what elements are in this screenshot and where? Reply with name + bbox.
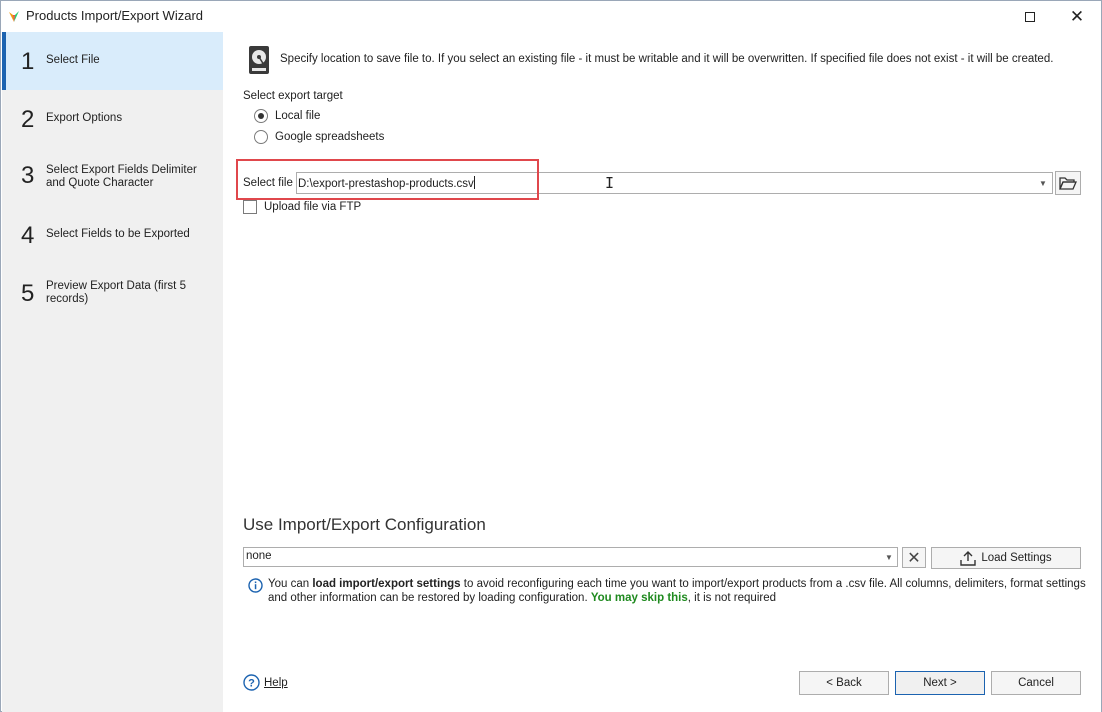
cancel-button[interactable]: Cancel: [991, 671, 1081, 695]
step-number: 2: [21, 106, 35, 133]
step-label: Select File: [46, 54, 100, 66]
step-number: 4: [21, 222, 35, 249]
config-select[interactable]: none: [243, 547, 898, 567]
next-button[interactable]: Next >: [895, 671, 985, 695]
config-dropdown-arrow-icon[interactable]: ▼: [885, 553, 893, 562]
step-delimiter-quote[interactable]: 3 Select Export Fields Delimiter and Quo…: [2, 148, 223, 206]
wizard-window: Products Import/Export Wizard ✕ 1 Select…: [0, 0, 1102, 712]
text-caret: [473, 176, 475, 189]
back-button[interactable]: < Back: [799, 671, 889, 695]
config-section-title: Use Import/Export Configuration: [243, 515, 486, 534]
local-file-label: Local file: [275, 110, 321, 122]
radio-button[interactable]: [254, 109, 268, 123]
step-label: Select Fields to be Exported: [46, 228, 190, 240]
main-panel: Specify location to save file to. If you…: [223, 32, 1101, 712]
step-number: 1: [21, 48, 35, 75]
radio-button[interactable]: [254, 130, 268, 144]
hard-drive-icon: [249, 46, 269, 74]
help-link[interactable]: ? Help: [243, 674, 288, 691]
google-spreadsheets-radio[interactable]: Google spreadsheets: [254, 130, 384, 144]
export-target-label: Select export target: [243, 90, 343, 102]
step-number: 3: [21, 162, 35, 189]
step-select-fields[interactable]: 4 Select Fields to be Exported: [2, 206, 223, 264]
step-export-options[interactable]: 2 Export Options: [2, 90, 223, 148]
select-file-label: Select file: [243, 177, 293, 189]
svg-text:?: ?: [248, 678, 255, 690]
file-path-text: D:\export-prestashop-products.csv: [298, 178, 474, 190]
open-folder-icon: [1059, 177, 1077, 190]
info-icon: [248, 578, 263, 593]
ibeam-cursor-icon: I: [605, 174, 615, 192]
file-path-value: D:\export-prestashop-products.csv: [298, 176, 475, 190]
maximize-button[interactable]: [1007, 1, 1053, 32]
help-icon: ?: [243, 674, 260, 691]
close-icon: ✕: [1069, 7, 1085, 26]
upload-ftp-checkbox-row[interactable]: Upload file via FTP: [243, 200, 361, 214]
local-file-radio[interactable]: Local file: [254, 109, 320, 123]
window-title: Products Import/Export Wizard: [26, 8, 203, 23]
load-settings-note: You can load import/export settings to a…: [268, 578, 1098, 605]
maximize-icon: [1025, 11, 1035, 22]
load-settings-button[interactable]: Load Settings: [931, 547, 1081, 569]
clear-icon: ✕: [907, 549, 921, 567]
back-label: < Back: [826, 677, 862, 689]
config-value: none: [246, 550, 272, 562]
load-settings-label: Load Settings: [981, 552, 1052, 564]
step-select-file[interactable]: 1 Select File: [2, 32, 223, 90]
google-spreadsheets-label: Google spreadsheets: [275, 131, 385, 143]
browse-folder-button[interactable]: [1055, 171, 1081, 195]
skip-hint: You may skip this: [590, 591, 688, 604]
note-text: You can: [268, 578, 313, 590]
note-bold: load import/export settings: [312, 578, 461, 590]
save-location-info: Specify location to save file to. If you…: [280, 53, 1054, 65]
upload-ftp-label: Upload file via FTP: [264, 201, 362, 213]
step-label: Export Options: [46, 112, 123, 124]
next-label: Next >: [923, 677, 957, 689]
step-number: 5: [21, 280, 35, 307]
close-button[interactable]: ✕: [1054, 1, 1100, 32]
upload-ftp-checkbox[interactable]: [243, 200, 257, 214]
title-bar: Products Import/Export Wizard ✕: [1, 1, 1101, 32]
note-text: , it is not required: [687, 591, 776, 604]
step-label: Preview Export Data (first 5 records): [46, 280, 186, 305]
radio-selected-dot: [258, 113, 264, 119]
step-label: Select Export Fields Delimiter and Quote…: [46, 164, 197, 189]
upload-icon: [960, 550, 977, 566]
wizard-steps-sidebar: 1 Select File 2 Export Options 3 Select …: [2, 32, 223, 712]
cancel-label: Cancel: [1018, 677, 1054, 689]
step-preview-data[interactable]: 5 Preview Export Data (first 5 records): [2, 264, 223, 322]
file-dropdown-arrow-icon[interactable]: ▼: [1039, 179, 1047, 188]
help-label: Help: [264, 676, 288, 689]
clear-config-button[interactable]: ✕: [902, 547, 926, 568]
app-logo-icon: [9, 11, 19, 22]
